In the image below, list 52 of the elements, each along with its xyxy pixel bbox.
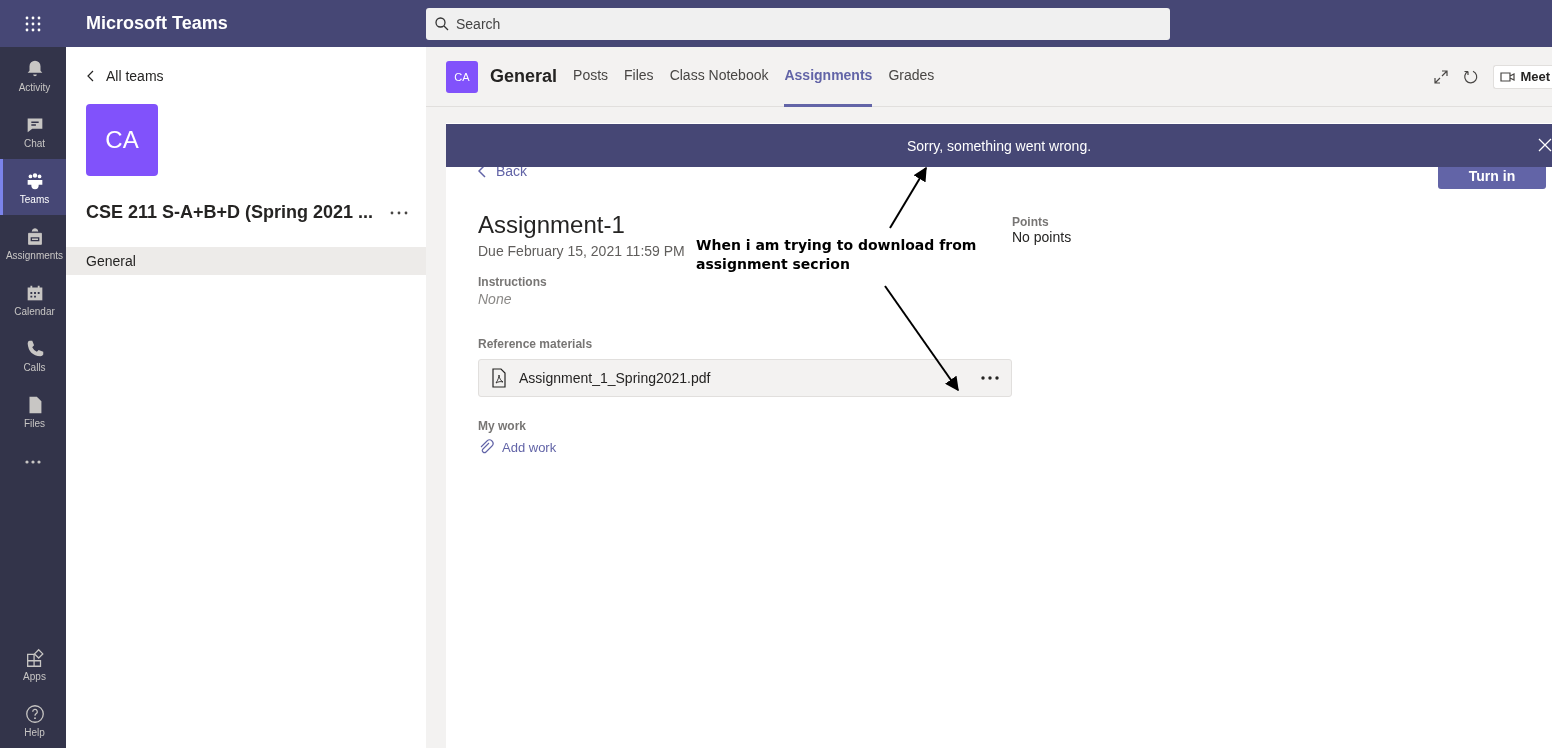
- channel-avatar: CA: [446, 60, 478, 93]
- channel-tab[interactable]: Files: [624, 47, 654, 107]
- more-options-icon[interactable]: [981, 376, 999, 380]
- points-label: Points: [1012, 215, 1050, 229]
- rail-item[interactable]: Teams: [0, 159, 66, 215]
- help-icon: [23, 702, 46, 725]
- search-field[interactable]: Search: [426, 7, 1170, 40]
- rail-item[interactable]: Help: [0, 692, 66, 748]
- refresh-icon[interactable]: [1463, 68, 1480, 85]
- channel-tab[interactable]: Grades: [888, 47, 935, 107]
- rail-item[interactable]: Apps: [0, 636, 66, 692]
- rail-item[interactable]: Calendar: [0, 271, 66, 327]
- error-message: Sorry, something went wrong.: [906, 137, 1092, 154]
- pdf-file-icon: [491, 368, 507, 388]
- all-teams-link[interactable]: All teams: [106, 68, 164, 84]
- channel-tab[interactable]: Assignments: [784, 47, 873, 107]
- video-camera-icon: [1500, 69, 1517, 84]
- back-icon[interactable]: [478, 164, 486, 178]
- app-title: Microsoft Teams: [85, 13, 229, 34]
- team-name: CSE 211 S-A+B+D (Spring 2021 ...: [86, 202, 374, 223]
- channel-tab[interactable]: Posts: [573, 47, 609, 107]
- reference-materials-label: Reference materials: [478, 337, 594, 351]
- more-options-icon[interactable]: [390, 210, 408, 215]
- more-icon[interactable]: [24, 459, 42, 465]
- due-date: Due February 15, 2021 11:59 PM: [478, 243, 685, 259]
- instructions-label: Instructions: [478, 275, 548, 289]
- annotation-text: When i am trying to download from assignment secrion: [696, 236, 978, 274]
- paperclip-icon: [478, 439, 494, 455]
- rail-item[interactable]: Activity: [0, 47, 66, 103]
- file-name: Assignment_1_Spring2021.pdf: [519, 370, 712, 386]
- points-value: No points: [1012, 229, 1072, 245]
- rail-item[interactable]: Assignments: [0, 215, 66, 271]
- channel-tab[interactable]: Class Notebook: [669, 47, 769, 107]
- rail-item[interactable]: Chat: [0, 103, 66, 159]
- my-work-label: My work: [478, 419, 527, 433]
- turn-in-button[interactable]: Turn in: [1438, 167, 1546, 189]
- file-attachment[interactable]: Assignment_1_Spring2021.pdf: [478, 359, 1012, 397]
- close-icon[interactable]: [1538, 138, 1552, 152]
- team-avatar: CA: [86, 104, 158, 176]
- meet-button[interactable]: Meet: [1493, 64, 1552, 89]
- assignment-title: Assignment-1: [478, 211, 625, 239]
- channel-item[interactable]: General: [66, 247, 426, 275]
- add-work-link[interactable]: Add work: [502, 439, 557, 455]
- search-icon: [434, 15, 450, 32]
- instructions-text: None: [478, 291, 513, 307]
- back-icon[interactable]: [86, 70, 94, 82]
- annotation-arrow: [889, 166, 927, 229]
- app-launcher-icon[interactable]: [25, 15, 41, 32]
- rail-item[interactable]: Files: [0, 383, 66, 439]
- channel-title: General: [490, 66, 558, 87]
- expand-icon[interactable]: [1433, 68, 1450, 85]
- rail-item[interactable]: Calls: [0, 327, 66, 383]
